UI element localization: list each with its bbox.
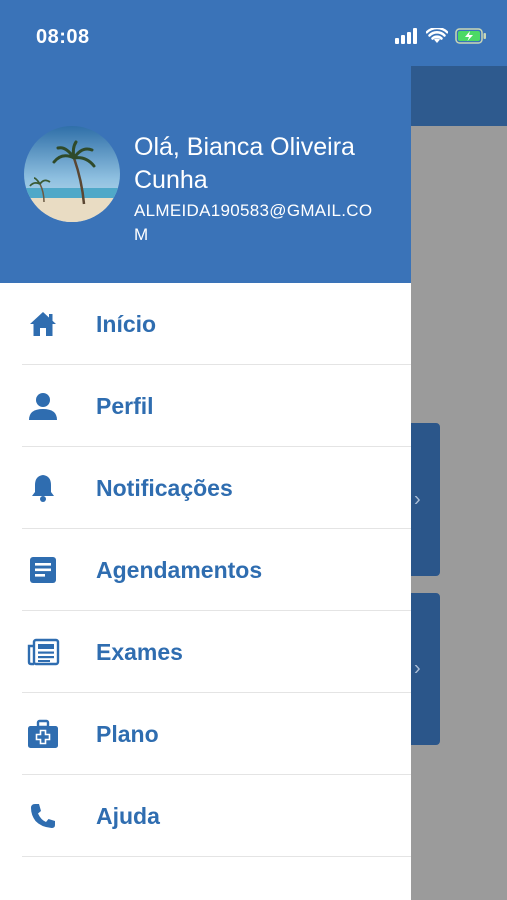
user-greeting: Olá, Bianca Oliveira Cunha: [134, 133, 355, 194]
signal-icon: [395, 28, 417, 44]
menu-item-perfil[interactable]: Perfil: [0, 365, 411, 447]
drawer-menu: Início Perfil Notificações Agendamentos …: [0, 283, 411, 857]
status-bar: 08:08: [0, 0, 507, 66]
menu-label: Ajuda: [96, 802, 160, 829]
menu-item-ajuda[interactable]: Ajuda: [0, 775, 411, 857]
wifi-icon: [426, 28, 448, 43]
chevron-right-icon: ›: [414, 488, 421, 510]
menu-item-notificacoes[interactable]: Notificações: [0, 447, 411, 529]
avatar[interactable]: [24, 126, 120, 222]
menu-label: Perfil: [96, 392, 154, 419]
document-icon: [26, 553, 60, 587]
menu-label: Exames: [96, 638, 183, 665]
home-icon: [26, 307, 60, 341]
menu-label: Agendamentos: [96, 556, 263, 583]
menu-label: Início: [96, 310, 157, 337]
menu-label: Notificações: [96, 474, 233, 501]
chevron-right-icon: ›: [414, 657, 421, 680]
status-icons: [395, 28, 487, 44]
newspaper-icon: [26, 635, 60, 669]
side-drawer: Olá, Bianca Oliveira Cunha ALMEIDA190583…: [0, 0, 411, 900]
beach-palm-photo: [24, 126, 120, 222]
bell-icon: [26, 471, 60, 505]
menu-item-exames[interactable]: Exames: [0, 611, 411, 693]
medical-kit-icon: [26, 717, 60, 751]
phone-icon: [26, 799, 60, 833]
menu-item-agendamentos[interactable]: Agendamentos: [0, 529, 411, 611]
battery-charging-icon: [455, 28, 486, 44]
menu-item-inicio[interactable]: Início: [0, 283, 411, 365]
user-email: ALMEIDA190583@GMAIL.COM: [134, 201, 373, 244]
menu-item-plano[interactable]: Plano: [0, 693, 411, 775]
menu-label: Plano: [96, 720, 159, 747]
status-time: 08:08: [36, 26, 90, 48]
person-icon: [26, 389, 60, 423]
